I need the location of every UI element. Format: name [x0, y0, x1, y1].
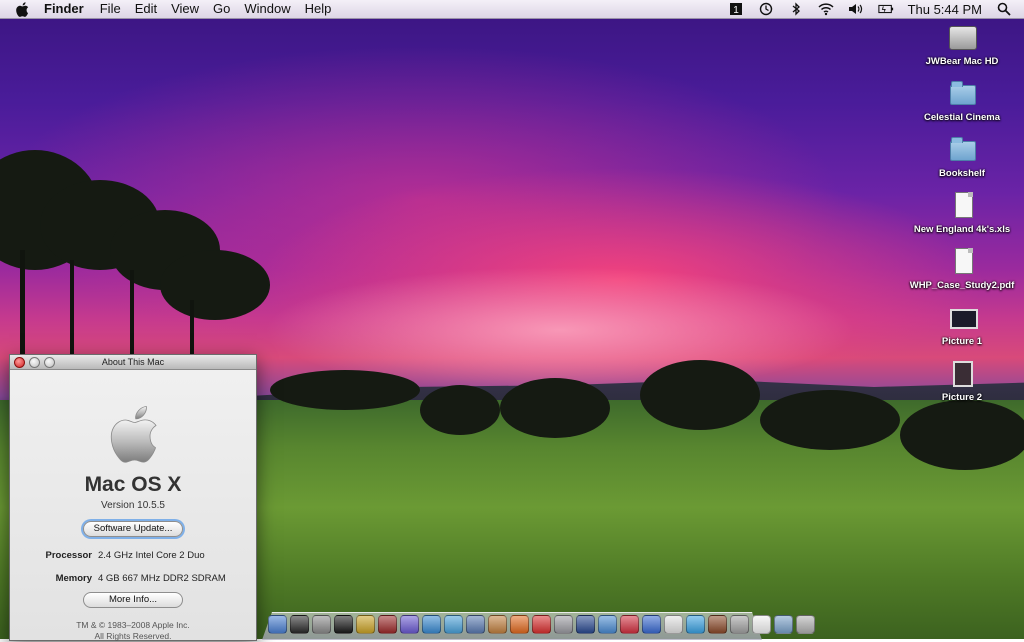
software-update-button[interactable]: Software Update...	[83, 521, 183, 537]
dock-item-app-red-icon[interactable]	[620, 615, 639, 634]
menu-go[interactable]: Go	[213, 0, 230, 18]
dock-item-system-preferences-icon[interactable]	[312, 615, 331, 634]
dock-item-iphoto-icon[interactable]	[488, 615, 507, 634]
bluetooth-icon[interactable]	[788, 1, 804, 17]
dock-item-app-brown-icon[interactable]	[708, 615, 727, 634]
time-machine-icon[interactable]	[758, 1, 774, 17]
dock-item-trash-icon[interactable]	[796, 615, 815, 634]
zoom-button[interactable]	[44, 357, 55, 368]
screenshot-image-icon	[947, 304, 978, 330]
dock-item-google-earth-icon[interactable]	[576, 615, 595, 634]
desktop-icon-picture-1[interactable]: Picture 1	[902, 304, 1022, 347]
menu-clock[interactable]: Thu 5:44 PM	[908, 2, 982, 17]
hard-drive-icon	[947, 24, 977, 50]
dock-item-ichat-icon[interactable]	[400, 615, 419, 634]
copyright-line-2: All Rights Reserved.	[94, 631, 172, 641]
desktop-icon-label: New England 4k's.xls	[913, 224, 1011, 235]
window-title: About This Mac	[101, 357, 165, 367]
more-info-button[interactable]: More Info...	[83, 592, 183, 608]
dock-item-app-gray-icon[interactable]	[730, 615, 749, 634]
os-name: Mac OS X	[84, 473, 182, 496]
dock-item-terminal-icon[interactable]	[334, 615, 353, 634]
desktop-icon-new-england-xls[interactable]: New England 4k's.xls	[902, 192, 1022, 235]
copyright-line-1: TM & © 1983–2008 Apple Inc.	[76, 620, 190, 630]
dock-item-dashboard-icon[interactable]	[290, 615, 309, 634]
window-body: Mac OS X Version 10.5.5 Software Update.…	[10, 370, 256, 641]
volume-icon[interactable]	[848, 1, 864, 17]
tree-silhouette	[900, 400, 1024, 470]
battery-icon[interactable]	[877, 1, 894, 17]
folder-icon	[947, 136, 977, 162]
os-version: Version 10.5.5	[101, 500, 165, 511]
apple-menu-icon[interactable]	[14, 1, 30, 17]
menu-app-finder[interactable]: Finder	[44, 0, 84, 18]
dock-item-firefox-icon[interactable]	[510, 615, 529, 634]
dock-item-finder-icon[interactable]	[268, 615, 287, 634]
memory-value: 4 GB 667 MHz DDR2 SDRAM	[98, 573, 226, 584]
menu-window[interactable]: Window	[244, 0, 290, 18]
apple-logo-icon	[110, 406, 157, 463]
svg-text:1: 1	[733, 5, 739, 16]
memory-label: Memory	[55, 573, 92, 584]
dock-item-dictionary-icon[interactable]	[378, 615, 397, 634]
minimize-button[interactable]	[29, 357, 40, 368]
spreadsheet-document-icon	[947, 192, 977, 218]
dock-item-mail-icon[interactable]	[466, 615, 485, 634]
window-titlebar[interactable]: About This Mac	[10, 355, 256, 370]
dock-item-itunes-blue-icon[interactable]	[686, 615, 705, 634]
tree-silhouette	[640, 360, 760, 430]
dock-item-word-icon[interactable]	[642, 615, 661, 634]
desktop-icon-celestial-cinema[interactable]: Celestial Cinema	[902, 80, 1022, 123]
desktop-icon-label: Bookshelf	[939, 168, 985, 179]
tree-trunk	[190, 300, 194, 360]
wifi-icon[interactable]	[818, 1, 834, 17]
dock-item-textedit-icon[interactable]	[664, 615, 683, 634]
menu-bar: Finder File Edit View Go Window Help 1 T…	[0, 0, 1024, 19]
desktop-icon-bookshelf[interactable]: Bookshelf	[902, 136, 1022, 179]
desktop-icon-label: Celestial Cinema	[923, 112, 1001, 123]
folder-icon	[947, 80, 977, 106]
dock-item-documents-stack-icon[interactable]	[752, 615, 771, 634]
tree-silhouette	[500, 378, 610, 438]
tree-trunk	[70, 260, 74, 360]
menu-file[interactable]: File	[100, 0, 121, 18]
dock-item-quicktime-icon[interactable]	[598, 615, 617, 634]
about-this-mac-window: About This Mac Mac OS X Version 10.5.5 S…	[9, 354, 257, 641]
menu-help[interactable]: Help	[305, 0, 332, 18]
tree-silhouette	[760, 390, 900, 450]
spotlight-search-icon[interactable]	[996, 1, 1012, 17]
pdf-document-icon	[947, 248, 977, 274]
desktop-icon-whp-case-study[interactable]: WHP_Case_Study2.pdf	[902, 248, 1022, 291]
close-button[interactable]	[14, 357, 25, 368]
photo-image-icon	[947, 360, 977, 387]
processor-label: Processor	[45, 550, 92, 561]
tree-trunk	[130, 270, 134, 360]
menu-edit[interactable]: Edit	[135, 0, 157, 18]
menu-view[interactable]: View	[171, 0, 199, 18]
desktop-icon-label: Picture 1	[941, 336, 983, 347]
desktop-icon-label: Picture 2	[941, 392, 983, 403]
dock-item-ical-icon[interactable]	[532, 615, 551, 634]
desktop-icon-hard-drive[interactable]: JWBear Mac HD	[902, 24, 1022, 67]
dock-icons	[268, 612, 815, 634]
tree-silhouette	[420, 385, 500, 435]
processor-value: 2.4 GHz Intel Core 2 Duo	[98, 550, 205, 561]
desktop-icon-label: JWBear Mac HD	[925, 56, 999, 67]
dock-item-downloads-stack-icon[interactable]	[774, 615, 793, 634]
desktop-icon-label: WHP_Case_Study2.pdf	[909, 280, 1015, 291]
dock-item-itunes-icon[interactable]	[444, 615, 463, 634]
tree-silhouette	[160, 250, 270, 320]
tree-trunk	[20, 250, 25, 360]
spaces-icon[interactable]: 1	[728, 1, 744, 17]
tree-silhouette	[270, 370, 420, 410]
dock-item-preview-icon[interactable]	[554, 615, 573, 634]
dock-item-automator-icon[interactable]	[356, 615, 375, 634]
desktop-icon-picture-2[interactable]: Picture 2	[902, 360, 1022, 403]
dock-item-safari-icon[interactable]	[422, 615, 441, 634]
